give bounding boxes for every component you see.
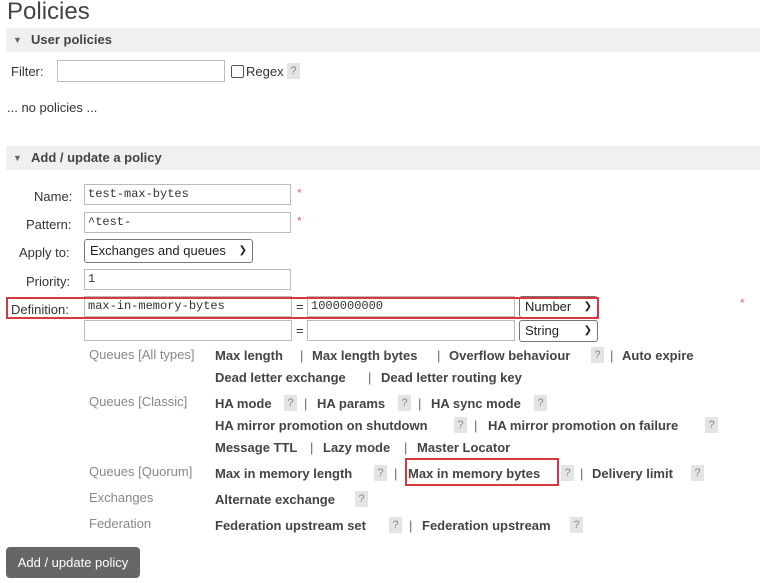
fed-upstream-set-help-icon[interactable]: ?: [389, 517, 402, 533]
collapse-caret-icon: ▼: [13, 35, 22, 45]
user-policies-title: User policies: [31, 32, 112, 47]
name-input[interactable]: test-max-bytes: [84, 184, 291, 205]
alternate-exchange-help-icon[interactable]: ?: [355, 491, 368, 507]
category-exchanges: Exchanges: [89, 490, 154, 505]
separator: |: [368, 370, 372, 385]
category-queues-classic: Queues [Classic]: [89, 394, 188, 409]
link-federation-upstream[interactable]: Federation upstream: [422, 518, 551, 533]
category-queues-all: Queues [All types]: [89, 347, 195, 362]
link-ha-params[interactable]: HA params: [317, 396, 385, 411]
chevron-down-icon: ❯: [583, 325, 592, 336]
definition-key-input-2[interactable]: [84, 320, 292, 341]
ha-params-help-icon[interactable]: ?: [398, 395, 411, 411]
apply-to-label: Apply to:: [19, 245, 70, 260]
separator: |: [304, 396, 308, 411]
separator: |: [437, 348, 441, 363]
apply-to-select[interactable]: Exchanges and queues ❯: [84, 239, 253, 263]
link-ha-mode[interactable]: HA mode: [215, 396, 272, 411]
link-delivery-limit[interactable]: Delivery limit: [592, 466, 673, 481]
fed-upstream-help-icon[interactable]: ?: [570, 517, 583, 533]
name-label: Name:: [34, 189, 73, 204]
separator: |: [610, 348, 614, 363]
no-policies-text: ... no policies ...: [7, 100, 98, 115]
definition-equals-2: =: [296, 323, 304, 338]
apply-to-value: Exchanges and queues: [90, 243, 226, 258]
link-master-locator[interactable]: Master Locator: [417, 440, 510, 455]
name-required-mark: *: [297, 186, 302, 200]
link-max-length[interactable]: Max length: [215, 348, 283, 363]
link-lazy-mode[interactable]: Lazy mode: [323, 440, 390, 455]
link-dead-letter-exchange[interactable]: Dead letter exchange: [215, 370, 346, 385]
definition-type-value-2: String: [525, 323, 559, 338]
max-memory-bytes-highlight-box: [405, 458, 559, 486]
regex-help-icon[interactable]: ?: [287, 63, 300, 79]
definition-value-input-2[interactable]: [307, 320, 515, 341]
ha-failure-help-icon[interactable]: ?: [705, 417, 718, 433]
separator: |: [300, 348, 304, 363]
pattern-label: Pattern:: [26, 217, 72, 232]
collapse-caret-icon: ▼: [13, 153, 22, 163]
priority-label: Priority:: [26, 274, 71, 289]
add-update-policy-button[interactable]: Add / update policy: [6, 547, 140, 578]
max-mem-bytes-help-icon[interactable]: ?: [561, 465, 574, 481]
link-alternate-exchange[interactable]: Alternate exchange: [215, 492, 335, 507]
ha-sync-help-icon[interactable]: ?: [534, 395, 547, 411]
separator: |: [418, 396, 422, 411]
definition-highlight-box: [6, 297, 599, 319]
link-max-in-memory-length[interactable]: Max in memory length: [215, 466, 352, 481]
category-queues-quorum: Queues [Quorum]: [89, 464, 193, 479]
separator: |: [409, 518, 413, 533]
link-ha-mirror-shutdown[interactable]: HA mirror promotion on shutdown: [215, 418, 428, 433]
link-federation-upstream-set[interactable]: Federation upstream set: [215, 518, 366, 533]
link-ha-mirror-failure[interactable]: HA mirror promotion on failure: [488, 418, 678, 433]
ha-shutdown-help-icon[interactable]: ?: [454, 417, 467, 433]
separator: |: [474, 418, 478, 433]
add-policy-header[interactable]: ▼ Add / update a policy: [6, 146, 760, 170]
pattern-input[interactable]: ^test-: [84, 212, 291, 233]
link-message-ttl[interactable]: Message TTL: [215, 440, 297, 455]
delivery-limit-help-icon[interactable]: ?: [691, 465, 704, 481]
max-mem-length-help-icon[interactable]: ?: [374, 465, 387, 481]
pattern-required-mark: *: [297, 214, 302, 228]
definition-type-select-2[interactable]: String ❯: [519, 320, 598, 342]
separator: |: [310, 440, 314, 455]
link-dead-letter-routing-key[interactable]: Dead letter routing key: [381, 370, 522, 385]
regex-label: Regex: [246, 64, 284, 79]
user-policies-header[interactable]: ▼ User policies: [6, 28, 760, 52]
regex-checkbox[interactable]: [231, 65, 244, 78]
link-auto-expire[interactable]: Auto expire: [622, 348, 694, 363]
ha-mode-help-icon[interactable]: ?: [284, 395, 297, 411]
filter-input[interactable]: [57, 60, 225, 82]
link-overflow-behaviour[interactable]: Overflow behaviour: [449, 348, 570, 363]
category-federation: Federation: [89, 516, 152, 531]
separator: |: [404, 440, 408, 455]
chevron-down-icon: ❯: [238, 245, 247, 256]
page-title: Policies: [7, 0, 90, 25]
separator: |: [394, 466, 398, 481]
link-max-length-bytes[interactable]: Max length bytes: [312, 348, 417, 363]
priority-input[interactable]: 1: [84, 269, 291, 290]
separator: |: [580, 466, 584, 481]
overflow-help-icon[interactable]: ?: [591, 347, 604, 363]
link-ha-sync-mode[interactable]: HA sync mode: [431, 396, 521, 411]
definition-required-mark: *: [740, 296, 745, 310]
add-policy-title: Add / update a policy: [31, 150, 162, 165]
filter-label: Filter:: [11, 64, 44, 79]
